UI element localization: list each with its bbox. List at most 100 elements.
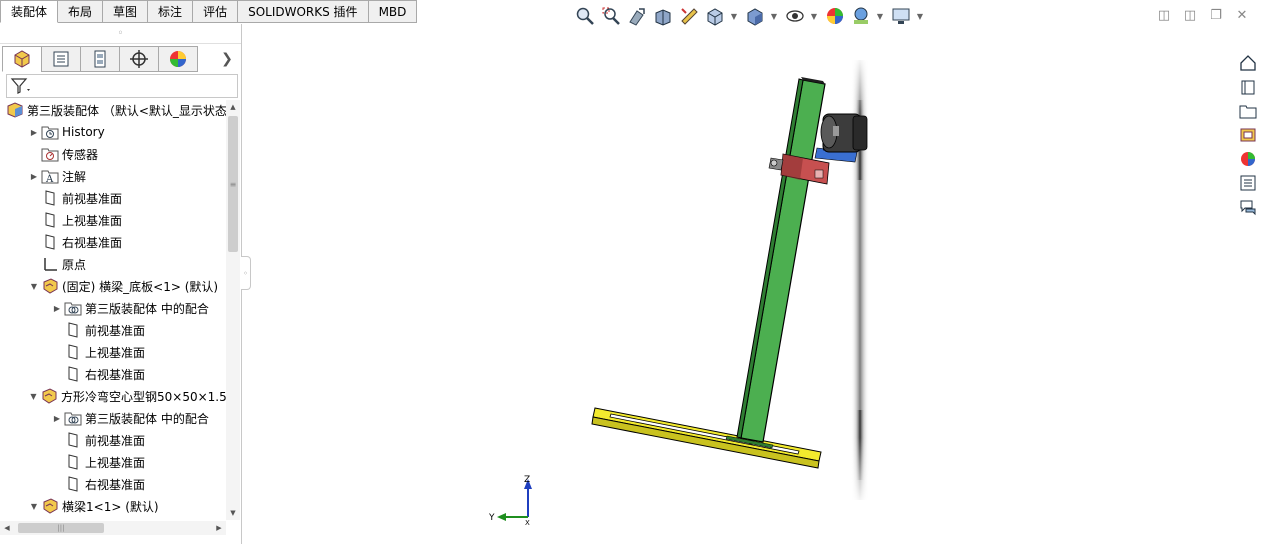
command-tab[interactable]: 评估 [193,0,239,23]
featuremanager-tree-icon[interactable] [2,46,42,72]
close-icon[interactable]: ✕ [1229,4,1255,26]
scroll-right-arrow-icon[interactable]: ▶ [212,521,226,535]
dropdown-caret-icon[interactable]: ▼ [769,4,779,28]
tree-item-label: 原点 [62,257,87,272]
tree-horizontal-scrollbar[interactable]: ◀ ||| ▶ [0,521,226,535]
tree-item[interactable]: 右视基准面 [0,231,226,253]
view-orientation-icon[interactable] [703,4,727,28]
design-library-icon[interactable] [1236,75,1260,99]
expand-arrow-icon[interactable]: ▼ [29,502,39,511]
zoom-to-fit-icon[interactable] [573,4,597,28]
command-tab[interactable]: MBD [368,0,418,23]
scroll-thumb-horizontal[interactable]: ||| [18,523,104,533]
scroll-up-arrow-icon[interactable]: ▲ [226,100,240,114]
tree-item[interactable]: 第三版装配体 （默认<默认_显示状态- [0,99,226,121]
command-tab[interactable]: 标注 [148,0,194,23]
command-tab[interactable]: 布局 [58,0,104,23]
dropdown-caret-icon[interactable]: ▼ [729,4,739,28]
panel-tabs [2,46,198,72]
tree-item[interactable]: 上视基准面 [0,451,226,473]
tree-item[interactable]: 前视基准面 [0,319,226,341]
tree-item[interactable]: 原点 [0,253,226,275]
display-style-icon[interactable] [743,4,767,28]
dynamic-annotation-icon[interactable] [677,4,701,28]
dropdown-caret-icon[interactable]: ▼ [875,4,885,28]
y-axis-arrow-icon [497,513,506,521]
tree-item-label: History [62,125,105,139]
tree-item-label: 第三版装配体 （默认<默认_显示状态- [27,103,226,118]
plane-icon [41,233,59,251]
vertical-column[interactable] [736,77,826,443]
tree-item[interactable]: ▼ 方形冷弯空心型钢50×50×1.5<1 [0,385,226,407]
previous-view-icon[interactable] [625,4,649,28]
plane-icon [64,365,82,383]
tree-item[interactable]: 上视基准面 [0,341,226,363]
panel-grip[interactable]: ◦ [0,24,241,44]
scroll-thumb[interactable]: ≡ [228,116,238,252]
tree-item[interactable]: ▼ (固定) 横梁_底板<1> (默认) [0,275,226,297]
displaymanager-icon[interactable] [158,46,198,72]
filter-icon [10,78,30,94]
tree-item[interactable]: 右视基准面 [0,363,226,385]
filter-box[interactable] [6,74,238,98]
base-beam[interactable] [591,407,822,469]
tree-item-label: 横梁1<1> (默认) [62,499,159,514]
svg-text:A: A [45,174,54,185]
graphics-area[interactable]: Z Y X [243,30,1233,544]
dropdown-caret-icon[interactable]: ▼ [915,4,925,28]
solidworks-resources-icon[interactable] [1236,51,1260,75]
zoom-to-area-icon[interactable] [599,4,623,28]
command-tab[interactable]: 装配体 [0,0,59,23]
hide-show-items-icon[interactable] [783,4,807,28]
tile-left-icon[interactable]: ◫ [1151,4,1177,26]
assembly-model[interactable] [243,30,1233,544]
plane-icon [41,189,59,207]
section-view-icon[interactable] [651,4,675,28]
tree-vertical-scrollbar[interactable]: ▲ ≡ ▼ [226,100,240,520]
custom-properties-icon[interactable] [1236,171,1260,195]
tree-item[interactable]: ▶ History [0,121,226,143]
mates-folder-icon [64,409,82,427]
restore-icon[interactable]: ❐ [1203,4,1229,26]
appearances-scenes-icon[interactable] [1236,147,1260,171]
tile-right-icon[interactable]: ◫ [1177,4,1203,26]
feature-tree: 第三版装配体 （默认<默认_显示状态- ▶ History 传感器 ▶ A 注解 前视基准面上… [0,99,226,519]
tree-item-label: 方形冷弯空心型钢50×50×1.5<1 [61,389,226,404]
view-settings-icon[interactable] [889,4,913,28]
tree-item[interactable]: ▶ 第三版装配体 中的配合 [0,297,226,319]
tree-item[interactable]: 上视基准面 [0,209,226,231]
panel-tabs-next-arrow-icon[interactable]: ❯ [217,46,237,72]
dimxpertmanager-icon[interactable] [119,46,159,72]
plane-icon [64,343,82,361]
tree-item[interactable]: ▼ 横梁1<1> (默认) [0,495,226,517]
scroll-left-arrow-icon[interactable]: ◀ [0,521,14,535]
tree-item[interactable]: ▶ A 注解 [0,165,226,187]
expand-arrow-icon[interactable]: ▶ [52,304,62,313]
tree-item[interactable]: 前视基准面 [0,429,226,451]
view-palette-icon[interactable] [1236,123,1260,147]
expand-arrow-icon[interactable]: ▶ [29,172,39,181]
tree-item[interactable]: ▶ 第三版装配体 中的配合 [0,407,226,429]
tree-item[interactable]: 前视基准面 [0,187,226,209]
propertymanager-icon[interactable] [41,46,81,72]
apply-scene-icon[interactable] [849,4,873,28]
expand-arrow-icon[interactable]: ▼ [29,282,39,291]
expand-arrow-icon[interactable]: ▶ [29,128,39,137]
motor[interactable] [820,113,868,153]
expand-arrow-icon[interactable]: ▶ [52,414,62,423]
forum-icon[interactable] [1236,195,1260,219]
scroll-down-arrow-icon[interactable]: ▼ [226,506,240,520]
sensors-folder-icon [41,145,59,163]
tree-item[interactable]: 传感器 [0,143,226,165]
command-tab[interactable]: 草图 [103,0,149,23]
tree-item[interactable]: 右视基准面 [0,473,226,495]
file-explorer-icon[interactable] [1236,99,1260,123]
command-tab[interactable]: SOLIDWORKS 插件 [238,0,369,23]
expand-arrow-icon[interactable]: ▼ [29,392,38,401]
edit-appearance-icon[interactable] [823,4,847,28]
tree-item-label: 右视基准面 [85,367,146,382]
configurationmanager-icon[interactable] [80,46,120,72]
plane-icon [64,321,82,339]
tree-item-label: (固定) 横梁_底板<1> (默认) [62,279,219,294]
dropdown-caret-icon[interactable]: ▼ [809,4,819,28]
